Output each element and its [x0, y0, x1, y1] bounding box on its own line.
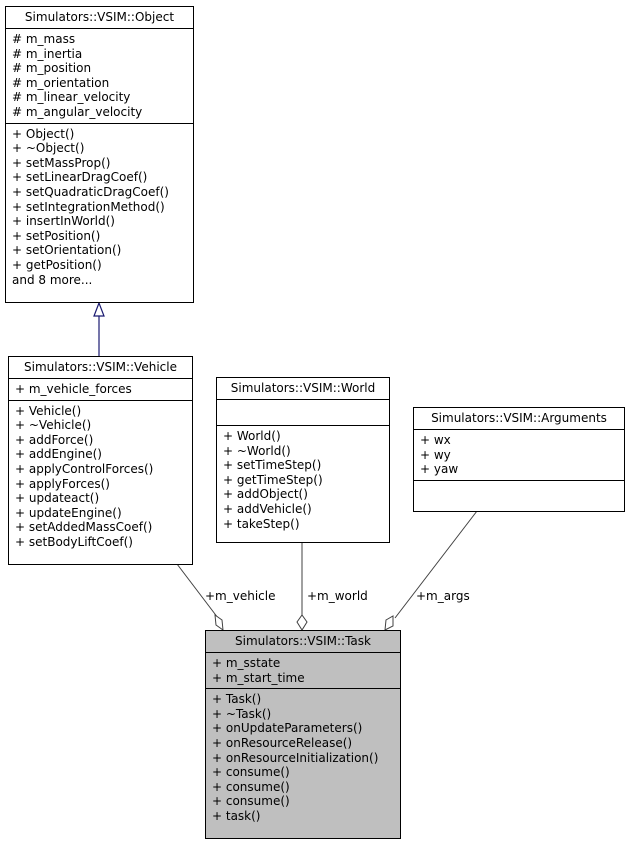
class-attribute[interactable]: + m_vehicle_forces: [15, 382, 186, 397]
class-method[interactable]: + setTimeStep(): [223, 458, 383, 473]
class-vehicle[interactable]: Simulators::VSIM::Vehicle + m_vehicle_fo…: [8, 356, 193, 565]
class-method[interactable]: + addVehicle(): [223, 502, 383, 517]
edge-label-m-world: +m_world: [307, 589, 368, 603]
class-method[interactable]: + setPosition(): [12, 229, 187, 244]
class-method[interactable]: + updateEngine(): [15, 506, 186, 521]
class-title: Simulators::VSIM::World: [230, 381, 376, 395]
aggregation-diamond-args: [384, 615, 394, 631]
class-attribute[interactable]: # m_position: [12, 61, 187, 76]
inheritance-arrowhead: [93, 301, 105, 317]
class-method[interactable]: + onResourceRelease(): [212, 736, 394, 751]
class-method[interactable]: + applyForces(): [15, 477, 186, 492]
class-method[interactable]: + ~Vehicle(): [15, 418, 186, 433]
class-title: Simulators::VSIM::Vehicle: [24, 360, 177, 374]
class-method[interactable]: + takeStep(): [223, 517, 383, 532]
class-method[interactable]: + setAddedMassCoef(): [15, 520, 186, 535]
class-attribute[interactable]: # m_mass: [12, 32, 187, 47]
methods-section: + World() + ~World() + setTimeStep() + getT…: [217, 425, 389, 534]
class-method[interactable]: + setMassProp(): [12, 156, 187, 171]
class-method[interactable]: + getTimeStep(): [223, 473, 383, 488]
class-attribute[interactable]: # m_inertia: [12, 47, 187, 62]
class-method[interactable]: + getPosition(): [12, 258, 187, 273]
methods-section: + Task() + ~Task() + onUpdateParameters() +…: [206, 688, 400, 826]
class-method[interactable]: + addEngine(): [15, 447, 186, 462]
class-method[interactable]: + setIntegrationMethod(): [12, 200, 187, 215]
class-method[interactable]: + Object(): [12, 127, 187, 142]
class-method[interactable]: + onResourceInitialization(): [212, 751, 394, 766]
class-attribute[interactable]: + m_sstate: [212, 656, 394, 671]
aggregation-diamond-world: [296, 614, 308, 631]
edge-label-m-args: +m_args: [416, 589, 470, 603]
class-method[interactable]: + World(): [223, 429, 383, 444]
class-method[interactable]: + setQuadraticDragCoef(): [12, 185, 187, 200]
class-method[interactable]: + consume(): [212, 765, 394, 780]
class-attribute[interactable]: + wx: [420, 433, 618, 448]
attributes-section: + wx + wy + yaw: [414, 429, 624, 480]
class-method[interactable]: + updateact(): [15, 491, 186, 506]
class-method[interactable]: + ~Object(): [12, 141, 187, 156]
attributes-section: + m_sstate + m_start_time: [206, 652, 400, 688]
attributes-section: + m_vehicle_forces: [9, 378, 192, 400]
class-arguments[interactable]: Simulators::VSIM::Arguments + wx + wy + ya…: [413, 407, 625, 512]
attributes-section: # m_mass # m_inertia # m_position # m_orien…: [6, 28, 193, 123]
class-method[interactable]: + consume(): [212, 780, 394, 795]
class-title: Simulators::VSIM::Task: [235, 634, 371, 648]
more-members-note: and 8 more...: [12, 272, 93, 287]
methods-section: [414, 479, 624, 504]
class-method[interactable]: + task(): [212, 809, 394, 824]
class-method[interactable]: + addObject(): [223, 487, 383, 502]
class-method[interactable]: + onUpdateParameters(): [212, 721, 394, 736]
class-method[interactable]: + consume(): [212, 794, 394, 809]
class-attribute[interactable]: + wy: [420, 448, 618, 463]
methods-section: + Object() + ~Object() + setMassProp() + se…: [6, 122, 193, 291]
class-method[interactable]: + setBodyLiftCoef(): [15, 535, 186, 550]
class-method[interactable]: + setOrientation(): [12, 243, 187, 258]
class-method[interactable]: + setLinearDragCoef(): [12, 170, 187, 185]
attributes-section: [217, 399, 389, 425]
class-method[interactable]: + Task(): [212, 692, 394, 707]
class-world[interactable]: Simulators::VSIM::World + World() + ~Worl…: [216, 377, 390, 543]
class-title: Simulators::VSIM::Object: [24, 10, 175, 24]
class-method[interactable]: + addForce(): [15, 433, 186, 448]
edge-label-m-vehicle: +m_vehicle: [205, 589, 276, 603]
class-method[interactable]: + Vehicle(): [15, 404, 186, 419]
class-task[interactable]: Simulators::VSIM::Task + m_sstate + m_sta…: [205, 630, 401, 839]
class-attribute[interactable]: # m_linear_velocity: [12, 90, 187, 105]
class-method[interactable]: + ~Task(): [212, 707, 394, 722]
class-attribute[interactable]: + m_start_time: [212, 671, 394, 686]
methods-section: + Vehicle() + ~Vehicle() + addForce() + add…: [9, 399, 192, 553]
class-attribute[interactable]: # m_angular_velocity: [12, 105, 187, 120]
class-object[interactable]: Simulators::VSIM::Object # m_mass # m_ine…: [5, 6, 194, 303]
class-attribute[interactable]: # m_orientation: [12, 76, 187, 91]
class-method[interactable]: + ~World(): [223, 444, 383, 459]
class-method[interactable]: + insertInWorld(): [12, 214, 187, 229]
class-method[interactable]: + applyControlForces(): [15, 462, 186, 477]
class-attribute[interactable]: + yaw: [420, 462, 618, 477]
class-title: Simulators::VSIM::Arguments: [431, 411, 607, 425]
aggregation-diamond-vehicle: [214, 613, 224, 632]
